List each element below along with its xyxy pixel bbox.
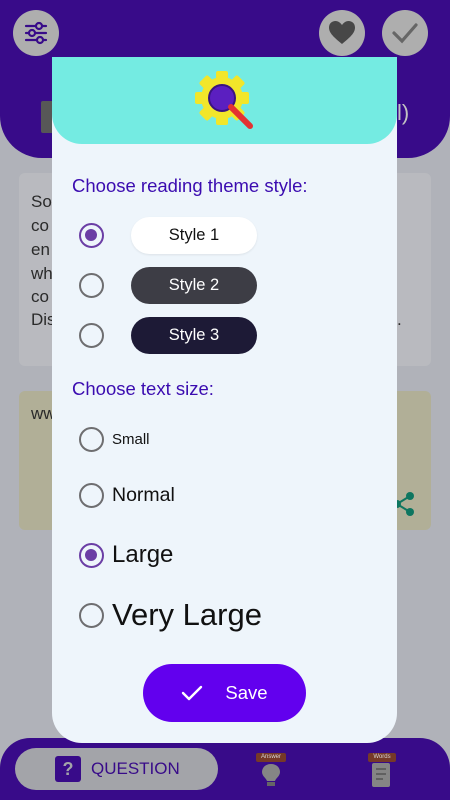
size-large-label[interactable]: Large: [112, 541, 173, 569]
radio-size-very-large[interactable]: [79, 603, 104, 628]
theme-section-title: Choose reading theme style:: [72, 175, 308, 196]
gear-search-icon: [195, 71, 253, 129]
radio-style-2[interactable]: [79, 273, 104, 298]
style-2-option[interactable]: Style 2: [131, 267, 257, 304]
radio-style-3[interactable]: [79, 323, 104, 348]
radio-size-normal[interactable]: [79, 483, 104, 508]
radio-size-small[interactable]: [79, 427, 104, 452]
size-normal-label[interactable]: Normal: [112, 484, 175, 507]
save-button[interactable]: Save: [143, 664, 306, 722]
style-3-option[interactable]: Style 3: [131, 317, 257, 354]
style-1-option[interactable]: Style 1: [131, 217, 257, 254]
theme-settings-dialog: Choose reading theme style: Style 1 Styl…: [52, 57, 397, 743]
size-section-title: Choose text size:: [72, 378, 214, 399]
save-button-label: Save: [225, 682, 268, 703]
radio-style-1[interactable]: [79, 223, 104, 248]
size-very-large-label[interactable]: Very Large: [112, 597, 262, 633]
dialog-header: [52, 57, 397, 144]
size-small-label[interactable]: Small: [112, 431, 150, 448]
radio-size-large[interactable]: [79, 543, 104, 568]
check-icon: [182, 685, 203, 701]
